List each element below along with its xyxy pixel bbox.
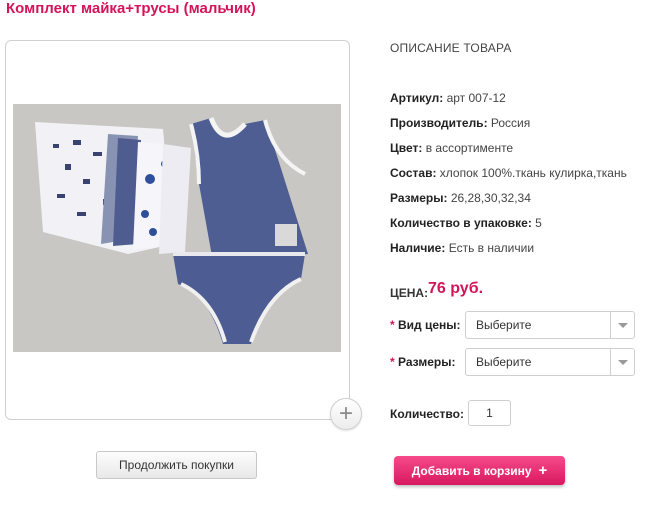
attribute-value: Россия xyxy=(490,116,531,130)
attribute-label: Наличие: xyxy=(390,241,446,255)
product-title: Комплект майка+трусы (мальчик) xyxy=(6,0,256,17)
attribute-label: Состав: xyxy=(390,166,437,180)
attribute-availability: Наличие: Есть в наличии xyxy=(390,241,534,255)
select-value: Выберите xyxy=(476,355,532,369)
attribute-label: Количество в упаковке: xyxy=(390,216,532,230)
attribute-label: Производитель: xyxy=(390,116,488,130)
quantity-label: Количество: xyxy=(390,407,464,421)
attribute-pack-quantity: Количество в упаковке: 5 xyxy=(390,216,542,230)
plus-icon: + xyxy=(538,462,548,479)
attribute-composition: Состав: хлопок 100%.ткань кулирка,ткань xyxy=(390,166,627,180)
zoom-icon[interactable]: + xyxy=(330,398,362,430)
attribute-value: в ассортименте xyxy=(425,141,514,155)
price-type-label: * Вид цены: xyxy=(390,318,461,332)
sizes-label: * Размеры: xyxy=(390,355,455,369)
attribute-value: хлопок 100%.ткань кулирка,ткань xyxy=(439,166,627,180)
chevron-down-icon[interactable] xyxy=(610,349,634,375)
attribute-article: Артикул: арт 007-12 xyxy=(390,91,506,105)
attribute-value: арт 007-12 xyxy=(446,91,506,105)
attribute-value: 5 xyxy=(535,216,542,230)
price-label: ЦЕНА: xyxy=(390,286,429,300)
add-to-cart-button[interactable]: Добавить в корзину + xyxy=(394,456,565,485)
required-mark: * xyxy=(390,355,395,369)
attribute-value: Есть в наличии xyxy=(448,241,535,255)
attribute-sizes: Размеры: 26,28,30,32,34 xyxy=(390,191,531,205)
description-heading: ОПИСАНИЕ ТОВАРА xyxy=(390,41,512,55)
continue-shopping-button[interactable]: Продолжить покупки xyxy=(96,451,257,479)
attribute-label: Цвет: xyxy=(390,141,423,155)
price-value: 76 руб. xyxy=(428,280,484,297)
product-photo[interactable] xyxy=(13,104,341,352)
sizes-select[interactable]: Выберите xyxy=(465,348,635,376)
attribute-value: 26,28,30,32,34 xyxy=(450,191,531,205)
option-label: Вид цены: xyxy=(398,318,461,332)
attribute-label: Артикул: xyxy=(390,91,444,105)
attribute-manufacturer: Производитель: Россия xyxy=(390,116,530,130)
option-label: Размеры: xyxy=(398,355,456,369)
attribute-label: Размеры: xyxy=(390,191,448,205)
attribute-color: Цвет: в ассортименте xyxy=(390,141,513,155)
add-to-cart-label: Добавить в корзину xyxy=(411,463,532,478)
quantity-input[interactable] xyxy=(468,400,511,426)
select-value: Выберите xyxy=(476,318,532,332)
price-type-select[interactable]: Выберите xyxy=(465,311,635,339)
required-mark: * xyxy=(390,318,395,332)
chevron-down-icon[interactable] xyxy=(610,312,634,338)
